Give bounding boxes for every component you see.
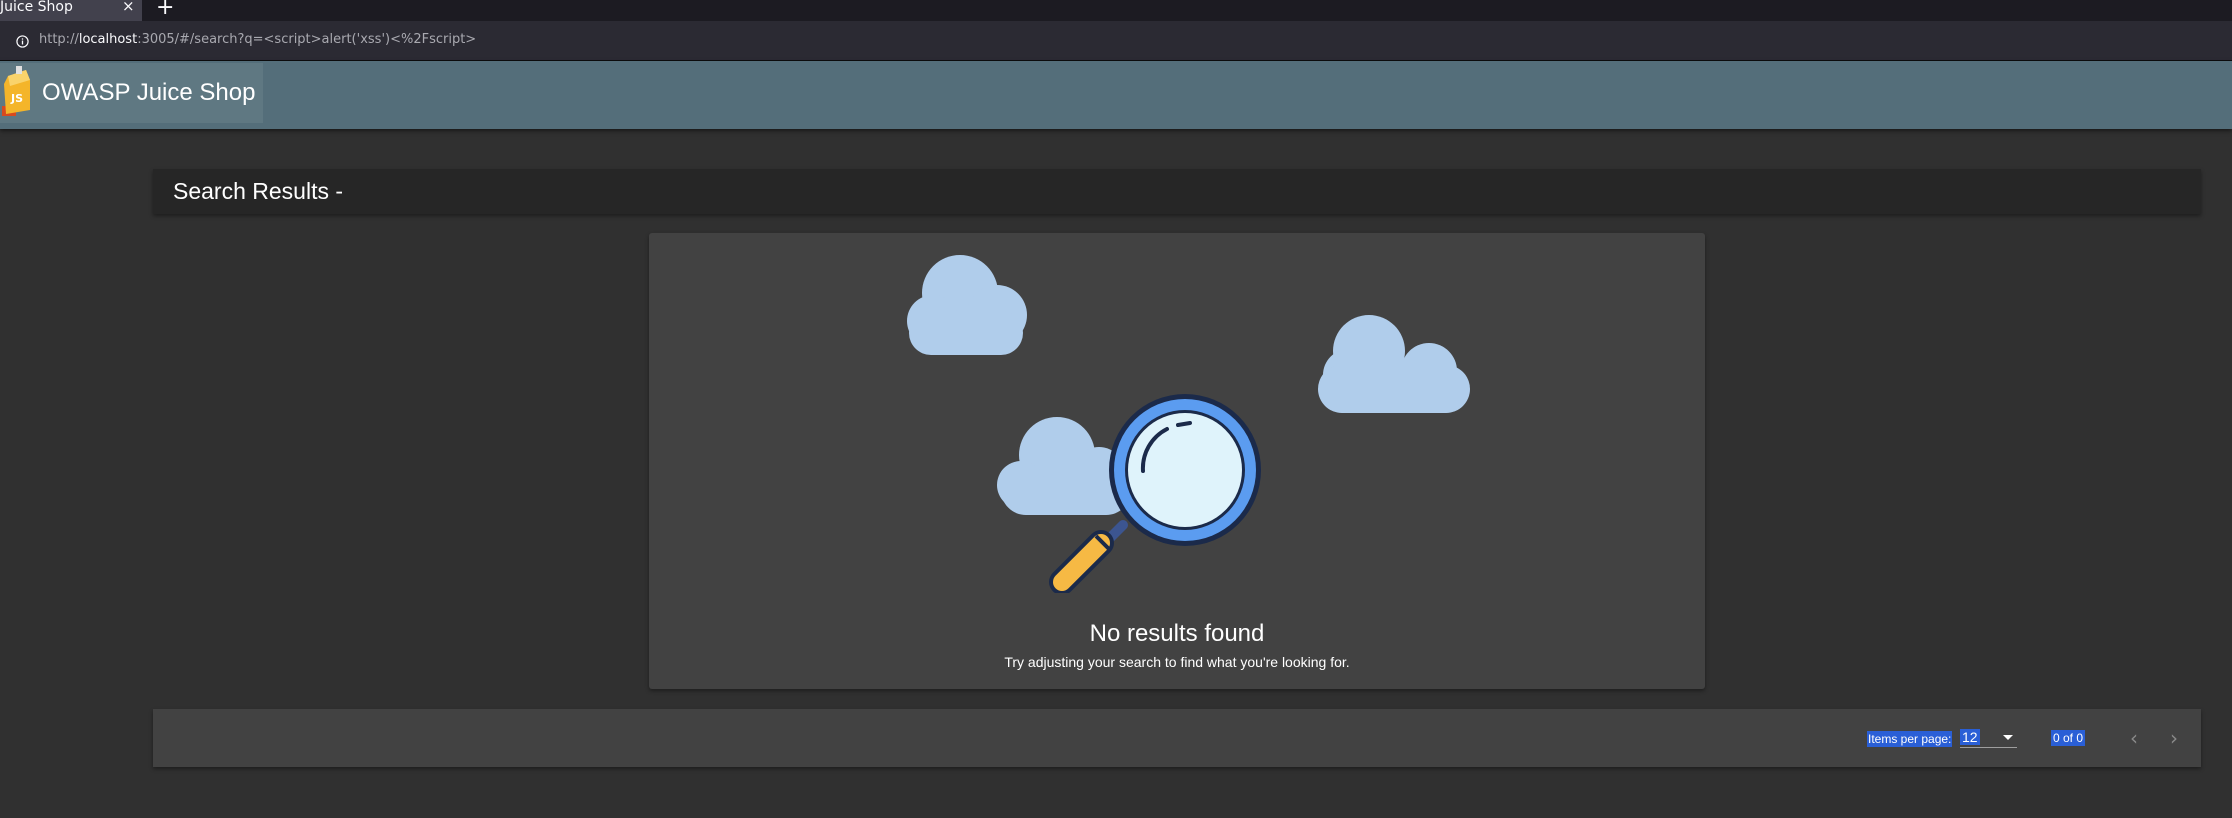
app-toolbar: JS OWASP Juice Shop	[0, 61, 2232, 129]
next-page-button[interactable]: ›	[2159, 723, 2189, 753]
home-button[interactable]: JS OWASP Juice Shop	[0, 63, 263, 123]
search-results-header: Search Results -	[153, 169, 2201, 214]
url-path: :3005/#/search?q=<script>alert('xss')<%2…	[137, 32, 477, 47]
chevron-down-icon	[2003, 735, 2013, 740]
page-range-label: 0 of 0	[2051, 730, 2086, 746]
svg-text:JS: JS	[10, 92, 23, 105]
items-per-page-label: Items per page:	[1867, 731, 1953, 747]
url-text[interactable]: http://localhost:3005/#/search?q=<script…	[39, 32, 476, 47]
new-tab-icon[interactable]: +	[156, 0, 174, 20]
app-title: OWASP Juice Shop	[42, 79, 256, 106]
tab-close-icon[interactable]: ×	[122, 0, 135, 14]
no-results-card: No results found Try adjusting your sear…	[649, 233, 1705, 689]
no-results-hint: Try adjusting your search to find what y…	[1004, 654, 1350, 670]
page-size-select[interactable]: 12	[1960, 728, 2017, 748]
browser-tab[interactable]: Juice Shop ×	[0, 0, 142, 21]
site-info-icon[interactable]	[16, 35, 29, 48]
magnifier-handle	[1049, 520, 1128, 593]
address-bar[interactable]: http://localhost:3005/#/search?q=<script…	[0, 21, 2232, 61]
url-host: localhost	[78, 32, 138, 47]
paginator: Items per page: 12 0 of 0 ‹ ›	[153, 709, 2201, 767]
url-prefix: http://	[39, 32, 79, 47]
page-size-value: 12	[1960, 729, 1980, 745]
magnifier-with-clouds-icon	[907, 255, 1470, 593]
browser-tabstrip: Juice Shop × +	[0, 0, 2232, 21]
previous-page-button[interactable]: ‹	[2119, 723, 2149, 753]
no-results-title: No results found	[1089, 620, 1265, 647]
juice-shop-logo-icon: JS	[2, 66, 30, 116]
cloud-icon	[907, 255, 1027, 355]
search-results-title: Search Results -	[173, 178, 344, 204]
tab-title: Juice Shop	[0, 0, 73, 15]
cloud-icon	[1318, 315, 1470, 413]
